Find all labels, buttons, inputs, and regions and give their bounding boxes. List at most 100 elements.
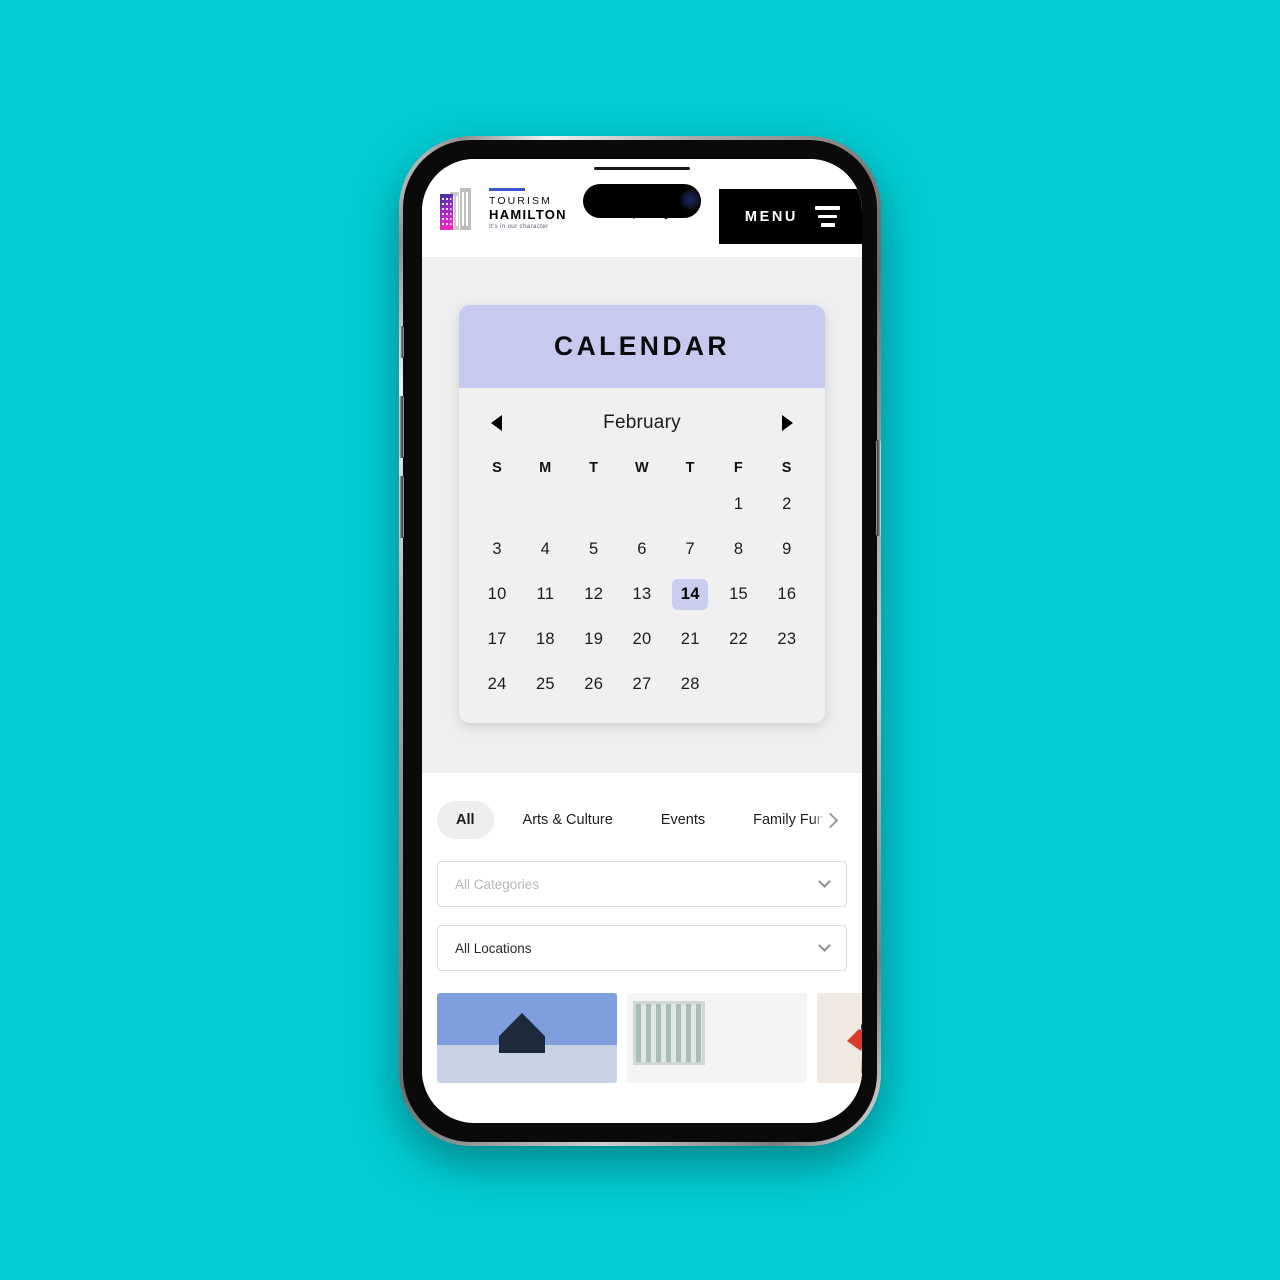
calendar-day[interactable]: 11 [521, 578, 569, 611]
calendar-day[interactable]: 15 [714, 578, 762, 611]
location-select[interactable]: All Locations [437, 925, 847, 971]
calendar-day[interactable]: 23 [763, 623, 811, 656]
calendar-title: CALENDAR [554, 331, 730, 361]
chevron-down-icon [818, 939, 831, 952]
calendar-day[interactable]: 1 [714, 488, 762, 521]
calendar-day-number: 3 [492, 540, 502, 558]
calendar-day-selected[interactable]: 14 [666, 578, 714, 611]
calendar-day[interactable]: 17 [473, 623, 521, 656]
weekday-label: F [733, 460, 744, 476]
chevron-right-icon [822, 812, 838, 828]
weekday-label: S [781, 460, 792, 476]
calendar-day[interactable]: 6 [618, 533, 666, 566]
category-tab-strip[interactable]: All Arts & Culture Events Family Fun [437, 797, 847, 843]
calendar-day-number: 19 [584, 630, 604, 648]
filter-tab[interactable]: All [437, 801, 494, 839]
calendar-day[interactable]: 7 [666, 533, 714, 566]
volume-down-button[interactable] [399, 476, 404, 538]
tourism-hamilton-logo-icon [440, 188, 471, 230]
location-select-value: All Locations [455, 940, 532, 956]
calendar-day[interactable]: 27 [618, 668, 666, 701]
calendar-week-row: 12 [459, 488, 825, 521]
weekday-label: T [685, 460, 695, 476]
calendar-day-number: 28 [680, 675, 700, 693]
calendar-day[interactable]: 25 [521, 668, 569, 701]
category-tab-strip-wrapper: All Arts & Culture Events Family Fun [422, 797, 862, 843]
volume-up-button[interactable] [399, 396, 404, 458]
silent-switch-button[interactable] [400, 326, 404, 358]
current-month-label: February [603, 412, 681, 433]
calendar-day[interactable]: 12 [570, 578, 618, 611]
tab-scroll-next-button[interactable] [813, 797, 847, 843]
calendar-day[interactable]: 21 [666, 623, 714, 656]
calendar-day-number: 17 [487, 630, 507, 648]
calendar-day-number [672, 489, 708, 520]
weekday-label: T [589, 460, 599, 476]
logo-tagline: It's in our character [489, 223, 549, 231]
logo-accent-rule [489, 187, 525, 191]
calendar-day-number: 7 [685, 540, 696, 558]
phone-screen: TOURISM HAMILTON It's in our character M… [422, 159, 862, 1123]
calendar-day-empty [666, 488, 714, 521]
calendar-day-number: 21 [680, 630, 700, 648]
person-figure-icon [847, 1023, 862, 1073]
calendar-day[interactable]: 16 [763, 578, 811, 611]
calendar-day[interactable]: 28 [666, 668, 714, 701]
calendar-day-number: 25 [535, 675, 555, 693]
calendar-day[interactable]: 22 [714, 623, 762, 656]
front-camera-icon [680, 190, 701, 211]
menu-button-label: MENU [744, 208, 798, 225]
calendar-day-number: 26 [584, 675, 604, 693]
calendar-day[interactable]: 13 [618, 578, 666, 611]
chevron-down-icon [818, 875, 831, 888]
calendar-day[interactable]: 4 [521, 533, 569, 566]
filter-tab[interactable]: Events [642, 801, 724, 839]
calendar-day[interactable]: 20 [618, 623, 666, 656]
calendar-day[interactable]: 8 [714, 533, 762, 566]
calendar-day-number: 24 [487, 675, 507, 693]
phone-body: TOURISM HAMILTON It's in our character M… [399, 140, 881, 1142]
event-card-image[interactable] [627, 993, 807, 1083]
calendar-day[interactable]: 5 [570, 533, 618, 566]
calendar-day-number: 6 [637, 540, 647, 558]
calendar-day-empty [763, 668, 811, 701]
weekday-label: S [492, 460, 503, 476]
calendar-section: CALENDAR February SMTWTFS 1 2 3 4 5 6 7 8 9 10 11 1… [422, 257, 862, 773]
calendar-day[interactable]: 18 [521, 623, 569, 656]
calendar-day[interactable]: 24 [473, 668, 521, 701]
calendar-day-number: 20 [632, 630, 652, 648]
phone-device-frame: TOURISM HAMILTON It's in our character M… [399, 136, 881, 1146]
site-logo[interactable]: TOURISM HAMILTON It's in our character [438, 186, 567, 231]
calendar-day-number: 8 [733, 540, 744, 558]
calendar-title-bar: CALENDAR [459, 305, 825, 388]
calendar-week-row: 10 11 12 13 14 15 16 [459, 578, 825, 611]
event-card-image[interactable] [817, 993, 862, 1083]
calendar-day-number: 22 [729, 630, 749, 648]
calendar-week-row: 24 25 26 27 28 [459, 668, 825, 701]
calendar-day[interactable]: 26 [570, 668, 618, 701]
calendar-day-number: 10 [487, 585, 507, 603]
calendar-day[interactable]: 10 [473, 578, 521, 611]
calendar-day[interactable]: 3 [473, 533, 521, 566]
calendar-day-number: 13 [632, 585, 652, 603]
filter-tab[interactable]: Arts & Culture [504, 801, 632, 839]
calendar-day-number: 23 [777, 630, 797, 648]
calendar-day-number [576, 489, 612, 520]
triangle-right-icon[interactable] [781, 415, 793, 431]
calendar-day-number: 12 [584, 585, 604, 603]
calendar-day-number [721, 669, 757, 700]
weekday-label: W [634, 460, 650, 476]
calendar-day[interactable]: 19 [570, 623, 618, 656]
category-select-value: All Categories [455, 876, 540, 892]
category-select[interactable]: All Categories [437, 861, 847, 907]
screenshot-canvas: TOURISM HAMILTON It's in our character M… [0, 0, 1280, 1280]
calendar-day-number: 5 [588, 540, 599, 558]
calendar-day[interactable]: 9 [763, 533, 811, 566]
calendar-day-empty [570, 488, 618, 521]
calendar-day-number [624, 489, 660, 520]
calendar-day[interactable]: 2 [763, 488, 811, 521]
power-button[interactable] [876, 440, 881, 536]
triangle-left-icon[interactable] [491, 415, 502, 431]
event-card-image[interactable] [437, 993, 617, 1083]
menu-button[interactable]: MENU [718, 189, 862, 244]
